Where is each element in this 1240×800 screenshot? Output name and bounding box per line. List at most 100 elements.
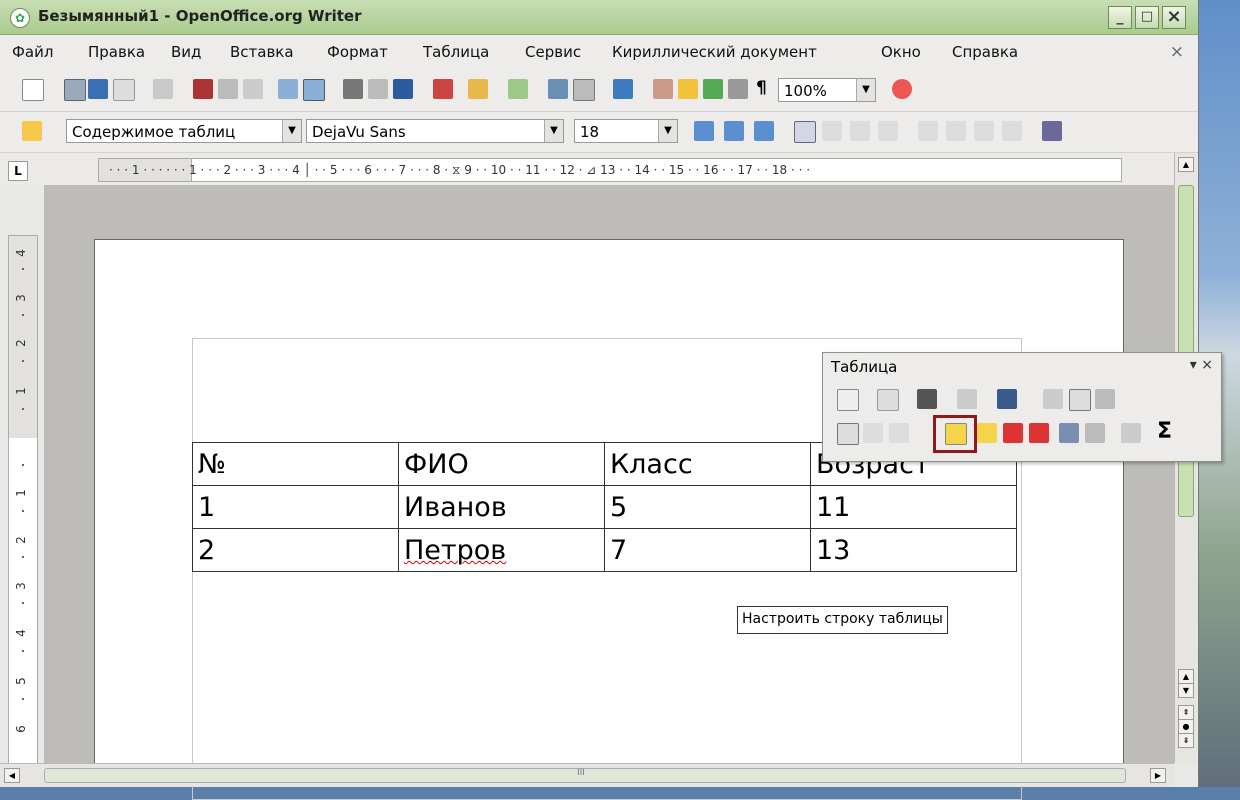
scroll-left-icon[interactable]: ◀ bbox=[4, 768, 20, 783]
export-pdf-icon[interactable] bbox=[193, 79, 213, 99]
center-vertically-icon[interactable] bbox=[863, 423, 883, 443]
bullets-icon[interactable] bbox=[946, 121, 966, 141]
sum-icon[interactable]: Σ bbox=[1157, 419, 1172, 444]
delete-rows-icon[interactable] bbox=[1003, 423, 1023, 443]
menu-edit[interactable]: Правка bbox=[88, 43, 145, 61]
chevron-down-icon[interactable]: ▼ bbox=[282, 120, 301, 142]
cell-background-icon[interactable] bbox=[997, 389, 1017, 409]
tab-stop-selector[interactable]: L bbox=[8, 161, 28, 181]
align-right-icon[interactable] bbox=[850, 121, 870, 141]
table-borders-icon[interactable] bbox=[877, 389, 899, 411]
autospellcheck-icon[interactable] bbox=[303, 79, 325, 101]
align-top-icon[interactable] bbox=[837, 423, 859, 445]
font-name-combo[interactable]: DejaVu Sans ▼ bbox=[306, 119, 564, 143]
show-draw-functions-icon[interactable] bbox=[613, 79, 633, 99]
menu-view[interactable]: Вид bbox=[171, 43, 201, 61]
border-color-icon[interactable] bbox=[957, 389, 977, 409]
document-close-icon[interactable]: × bbox=[1170, 42, 1184, 62]
spellcheck-icon[interactable] bbox=[278, 79, 298, 99]
optimize-icon[interactable] bbox=[1095, 389, 1115, 409]
format-paintbrush-icon[interactable] bbox=[433, 79, 453, 99]
cut-icon[interactable] bbox=[343, 79, 363, 99]
formatting-marks-icon[interactable]: ¶ bbox=[756, 78, 767, 98]
undo-icon[interactable] bbox=[468, 79, 488, 99]
data-sources-icon[interactable] bbox=[728, 79, 748, 99]
previous-page-icon[interactable]: ⇞ bbox=[1178, 705, 1194, 720]
misspelled-word[interactable]: Петров bbox=[404, 535, 506, 566]
scroll-up-icon[interactable]: ▲ bbox=[1178, 157, 1194, 172]
edit-file-icon[interactable] bbox=[153, 79, 173, 99]
menu-cyrillic-document[interactable]: Кириллический документ bbox=[612, 43, 817, 61]
paragraph-style-combo[interactable]: Содержимое таблиц ▼ bbox=[66, 119, 302, 143]
menu-insert[interactable]: Вставка bbox=[230, 43, 294, 61]
increase-indent-icon[interactable] bbox=[1002, 121, 1022, 141]
horizontal-scrollbar[interactable]: ◀ III ▶ bbox=[0, 763, 1174, 786]
split-cells-icon[interactable] bbox=[1069, 389, 1091, 411]
page-preview-icon[interactable] bbox=[243, 79, 263, 99]
italic-icon[interactable] bbox=[724, 121, 744, 141]
save-icon[interactable] bbox=[88, 79, 108, 99]
insert-table-icon[interactable] bbox=[837, 389, 859, 411]
bold-icon[interactable] bbox=[694, 121, 714, 141]
copy-icon[interactable] bbox=[368, 79, 388, 99]
styles-formatting-icon[interactable] bbox=[22, 121, 42, 141]
table-cell[interactable]: № bbox=[192, 442, 399, 486]
open-icon[interactable] bbox=[64, 79, 86, 101]
vertical-ruler[interactable]: 4 3 2 1 1 2 3 4 5 6 bbox=[8, 235, 38, 765]
menu-window[interactable]: Окно bbox=[881, 43, 921, 61]
zoom-combo[interactable]: 100% ▼ bbox=[778, 78, 876, 102]
horizontal-ruler[interactable]: · · · 1 · · · · · · 1 · · · 2 · · · 3 · … bbox=[98, 158, 1122, 182]
scrollbar-thumb[interactable]: III bbox=[44, 768, 1126, 783]
table-cell[interactable]: Класс bbox=[604, 442, 811, 486]
maximize-button[interactable]: □ bbox=[1135, 6, 1159, 29]
find-replace-icon[interactable] bbox=[653, 79, 673, 99]
table-toolbar-title[interactable]: Таблица bbox=[831, 358, 897, 376]
align-center-icon[interactable] bbox=[822, 121, 842, 141]
table-cell[interactable]: Петров bbox=[398, 528, 605, 572]
underline-icon[interactable] bbox=[754, 121, 774, 141]
menu-format[interactable]: Формат bbox=[327, 43, 388, 61]
print-icon[interactable] bbox=[218, 79, 238, 99]
chevron-down-icon[interactable]: ▼ bbox=[658, 120, 677, 142]
table-cell[interactable]: Иванов bbox=[398, 485, 605, 529]
font-size-combo[interactable]: 18 ▼ bbox=[574, 119, 678, 143]
table-cell[interactable]: ФИО bbox=[398, 442, 605, 486]
table-cell[interactable]: 1 bbox=[192, 485, 399, 529]
scrollbar-thumb[interactable] bbox=[1178, 185, 1194, 517]
title-bar[interactable]: ✿ Безымянный1 - OpenOffice.org Writer _ … bbox=[0, 0, 1198, 35]
delete-columns-icon[interactable] bbox=[1029, 423, 1049, 443]
merge-cells-icon[interactable] bbox=[1043, 389, 1063, 409]
minimize-button[interactable]: _ bbox=[1108, 6, 1132, 29]
new-document-icon[interactable] bbox=[22, 79, 44, 101]
table-cell[interactable]: 2 bbox=[192, 528, 399, 572]
close-button[interactable]: × bbox=[1162, 6, 1186, 29]
navigation-icon[interactable]: ● bbox=[1178, 719, 1194, 734]
border-style-icon[interactable] bbox=[917, 389, 937, 409]
table-cell[interactable]: 7 bbox=[604, 528, 811, 572]
menu-file[interactable]: Файл bbox=[12, 43, 53, 61]
hyperlink-icon[interactable] bbox=[548, 79, 568, 99]
redo-icon[interactable] bbox=[508, 79, 528, 99]
navigator-icon[interactable] bbox=[678, 79, 698, 99]
table-icon[interactable] bbox=[573, 79, 595, 101]
chevron-down-icon[interactable]: ▼ bbox=[544, 120, 563, 142]
document-page[interactable]: № ФИО Класс Возраст 1 Иванов 5 11 2 Петр… bbox=[94, 239, 1124, 800]
chevron-down-icon[interactable]: ▼ bbox=[856, 79, 875, 101]
scroll-up-icon[interactable]: ▲ bbox=[1178, 669, 1194, 684]
scroll-down-icon[interactable]: ▼ bbox=[1178, 683, 1194, 698]
paste-icon[interactable] bbox=[393, 79, 413, 99]
next-page-icon[interactable]: ⇟ bbox=[1178, 733, 1194, 748]
email-document-icon[interactable] bbox=[113, 79, 135, 101]
numbering-icon[interactable] bbox=[918, 121, 938, 141]
gallery-icon[interactable] bbox=[703, 79, 723, 99]
insert-columns-icon[interactable] bbox=[977, 423, 997, 443]
sort-icon[interactable] bbox=[1121, 423, 1141, 443]
autoformat-icon[interactable] bbox=[1059, 423, 1079, 443]
align-bottom-icon[interactable] bbox=[889, 423, 909, 443]
align-left-icon[interactable] bbox=[794, 121, 816, 143]
table-cell[interactable]: 13 bbox=[810, 528, 1017, 572]
menu-tools[interactable]: Сервис bbox=[525, 43, 581, 61]
toolbar-close-icon[interactable]: ▾ × bbox=[1190, 357, 1213, 373]
justify-icon[interactable] bbox=[878, 121, 898, 141]
help-icon[interactable] bbox=[892, 79, 912, 99]
